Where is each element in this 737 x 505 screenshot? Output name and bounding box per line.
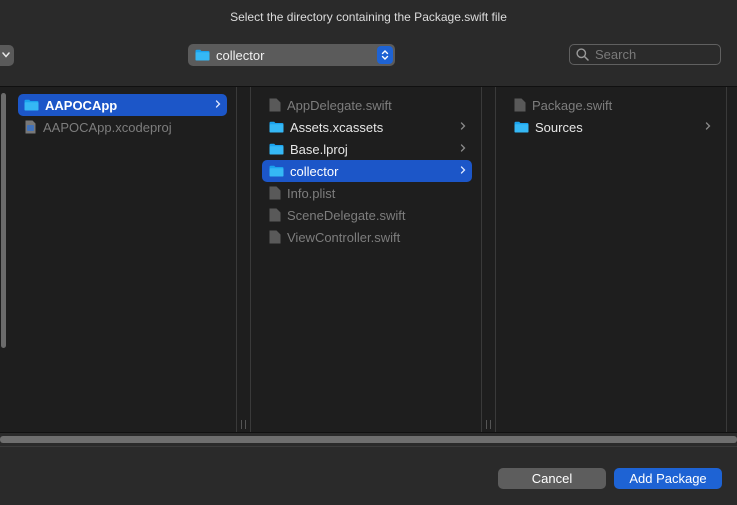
list-item-folder[interactable]: Assets.xcassets	[262, 116, 472, 138]
list-item-label: SceneDelegate.swift	[287, 207, 406, 223]
search-field[interactable]	[569, 44, 721, 65]
column-2: AppDelegate.swift Assets.xcassets Base.l…	[251, 87, 481, 433]
folder-icon	[514, 121, 529, 133]
list-item-folder-selected[interactable]: collector	[262, 160, 472, 182]
folder-icon	[195, 49, 210, 61]
list-item-label: ViewController.swift	[287, 229, 401, 245]
toolbar: collector	[0, 34, 737, 86]
column-divider[interactable]	[236, 87, 251, 433]
folder-icon	[24, 99, 39, 111]
horizontal-scrollbar[interactable]	[0, 432, 737, 446]
search-icon	[576, 48, 589, 61]
column-1: AAPOCApp AAPOCApp.xcodeproj	[8, 87, 237, 433]
list-item-label: Sources	[535, 119, 583, 135]
list-item-folder[interactable]: Sources	[507, 116, 717, 138]
popup-stepper-icon	[377, 46, 393, 64]
chevron-right-icon	[705, 122, 711, 130]
vertical-scrollbar[interactable]	[1, 93, 6, 348]
list-item-file[interactable]: Package.swift	[507, 94, 717, 116]
folder-icon	[269, 165, 284, 177]
chevron-right-icon	[460, 122, 466, 130]
list-item-file[interactable]: SceneDelegate.swift	[262, 204, 472, 226]
chevron-right-icon	[460, 144, 466, 152]
path-popup-label: collector	[216, 47, 265, 63]
column-divider[interactable]	[481, 87, 496, 433]
dialog-title: Select the directory containing the Pack…	[230, 10, 507, 24]
list-item-label: AppDelegate.swift	[287, 97, 392, 113]
path-popup-button[interactable]: collector	[188, 44, 395, 66]
list-item-file[interactable]: Info.plist	[262, 182, 472, 204]
column-browser: AAPOCApp AAPOCApp.xcodeproj AppDelegate.…	[0, 86, 737, 433]
column-previous	[0, 87, 8, 433]
search-input[interactable]	[595, 47, 715, 62]
list-item-label: Info.plist	[287, 185, 336, 201]
chevron-down-icon	[2, 52, 10, 58]
list-item-label: Package.swift	[532, 97, 613, 113]
folder-icon	[269, 143, 284, 155]
list-item-folder[interactable]: Base.lproj	[262, 138, 472, 160]
cancel-button[interactable]: Cancel	[498, 468, 606, 489]
list-item-label: AAPOCApp.xcodeproj	[43, 119, 172, 135]
column-divider[interactable]	[726, 87, 737, 433]
xcodeproj-icon	[25, 120, 36, 134]
chevron-right-icon	[460, 166, 466, 174]
column-3: Package.swift Sources	[496, 87, 726, 433]
list-item-file[interactable]: AppDelegate.swift	[262, 94, 472, 116]
list-item-file[interactable]: ViewController.swift	[262, 226, 472, 248]
document-icon	[269, 230, 281, 244]
resize-grip[interactable]	[241, 420, 246, 429]
list-item-label: AAPOCApp	[45, 97, 118, 113]
resize-grip[interactable]	[486, 420, 491, 429]
add-package-button[interactable]: Add Package	[614, 468, 722, 489]
chevron-right-icon	[215, 100, 221, 108]
list-item-folder[interactable]: AAPOCApp	[18, 94, 227, 116]
list-item-label: Base.lproj	[290, 141, 348, 157]
dialog-footer: Cancel Add Package	[0, 446, 737, 505]
scrollbar-thumb[interactable]	[0, 436, 737, 443]
view-options-button[interactable]	[0, 45, 14, 66]
dialog-titlebar: Select the directory containing the Pack…	[0, 0, 737, 34]
list-item-label: Assets.xcassets	[290, 119, 384, 135]
list-item-label: collector	[290, 163, 339, 179]
folder-icon	[269, 121, 284, 133]
list-item-xcodeproj[interactable]: AAPOCApp.xcodeproj	[18, 116, 227, 138]
document-icon	[514, 98, 526, 112]
document-icon	[269, 98, 281, 112]
document-icon	[269, 208, 281, 222]
document-icon	[269, 186, 281, 200]
